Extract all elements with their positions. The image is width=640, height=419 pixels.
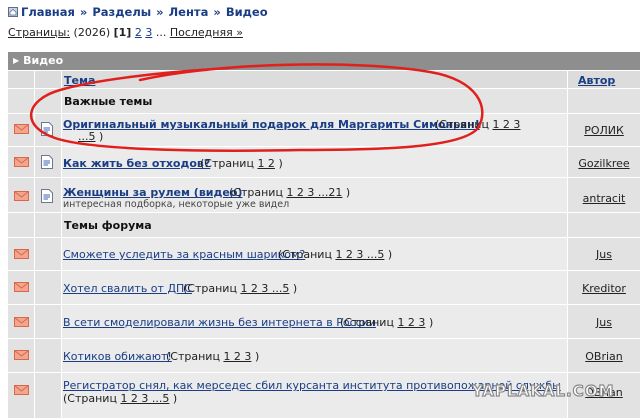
triangle-right-icon: ▶ (13, 56, 20, 65)
envelope-icon[interactable] (14, 350, 29, 360)
topic-row: Женщины за рулем (видео) (Страниц 1 2 3 … (8, 178, 640, 213)
section-title: Темы форума (64, 219, 152, 232)
topic-author[interactable]: РОЛИК (568, 124, 640, 137)
category-bar: ▶ Видео (8, 52, 640, 70)
topic-author[interactable]: Gozilkree (568, 157, 640, 170)
category-title: Видео (23, 54, 64, 67)
topic-row: Котиков обижают! (Страниц 1 2 3 ) OBrian (8, 339, 640, 373)
topic-title-link[interactable]: В сети смоделировали жизнь без интернета… (63, 316, 376, 329)
topic-page-links[interactable]: 1 2 (257, 157, 275, 170)
pagination-ellipsis: ... (155, 26, 167, 39)
topic-row: Сможете уследить за красным шариком? (Ст… (8, 238, 640, 271)
pagination-page-3[interactable]: 3 (145, 26, 152, 39)
pagination-current: [1] (113, 26, 132, 39)
breadcrumb-home-link[interactable]: Главная (21, 5, 75, 19)
topic-pages: (Страниц 1 2 ) (200, 157, 283, 170)
envelope-icon[interactable] (14, 317, 29, 327)
document-icon (41, 189, 53, 203)
topic-page-links[interactable]: 1 2 3 ...5 (120, 392, 169, 405)
topic-pages: (Страниц 1 2 3 ) (166, 350, 260, 363)
column-topic-header[interactable]: Тема (64, 74, 95, 87)
topic-pages: (Страниц 1 2 3 ...5 ) (278, 248, 393, 261)
section-title: Важные темы (64, 95, 153, 108)
breadcrumb-feed-link[interactable]: Лента (169, 5, 209, 19)
pagination-label[interactable]: Страницы: (8, 26, 70, 39)
topic-author[interactable]: OBrian (568, 350, 640, 363)
home-icon (8, 7, 18, 17)
topic-title-link[interactable]: Женщины за рулем (видео) (63, 186, 242, 199)
pagination: Страницы: (2026) [1] 2 3 ... Последняя » (8, 26, 243, 39)
breadcrumb-separator: » (156, 5, 164, 19)
topic-title-link[interactable]: Оригинальный музыкальный подарок для Мар… (63, 118, 480, 131)
topic-pages: (Страниц 1 2 3 ...5 ) (183, 282, 298, 295)
topic-pages: (Страниц 1 2 3 ...21 ) (229, 186, 351, 199)
envelope-icon[interactable] (14, 282, 29, 292)
document-icon (41, 155, 53, 169)
envelope-icon[interactable] (14, 191, 29, 201)
topic-description: интересная подборка, некоторые уже видел (63, 199, 290, 210)
topic-page-links[interactable]: 1 2 3 (397, 316, 425, 329)
topic-page-last-link[interactable]: ...5 (78, 130, 96, 143)
topic-page-links[interactable]: 1 2 3 ...5 (240, 282, 289, 295)
svg-text:YAPLAKAL.COM: YAPLAKAL.COM (471, 382, 614, 400)
pagination-last[interactable]: Последняя » (170, 26, 243, 39)
topic-title-link[interactable]: Хотел свалить от ДПС (63, 282, 192, 295)
topic-row: В сети смоделировали жизнь без интернета… (8, 305, 640, 339)
pagination-total: (2026) (73, 26, 111, 39)
column-author-header[interactable]: Автор (578, 74, 615, 87)
document-icon (41, 122, 53, 136)
topic-title-link[interactable]: Как жить без отходов? (63, 157, 210, 170)
topic-title-link[interactable]: Котиков обижают! (63, 350, 172, 363)
pagination-page-2[interactable]: 2 (135, 26, 142, 39)
topic-row: Оригинальный музыкальный подарок для Мар… (8, 114, 640, 147)
topic-author[interactable]: Kreditor (568, 282, 640, 295)
envelope-icon[interactable] (14, 157, 29, 167)
topic-author[interactable]: Jus (568, 316, 640, 329)
topic-page-links[interactable]: 1 2 3 ...21 (286, 186, 342, 199)
envelope-icon[interactable] (14, 385, 29, 395)
topic-pages: (Страниц 1 2 3 ) (340, 316, 434, 329)
section-forum: Темы форума (8, 213, 640, 238)
topic-page-links[interactable]: 1 2 3 ...5 (335, 248, 384, 261)
table-header: Тема Автор (8, 71, 640, 89)
topic-title-link[interactable]: Сможете уследить за красным шариком? (63, 248, 305, 261)
topic-author[interactable]: antracit (568, 192, 640, 205)
envelope-icon[interactable] (14, 249, 29, 259)
topic-pages: (Страниц 1 2 3 (435, 118, 521, 131)
topic-row: Хотел свалить от ДПС (Страниц 1 2 3 ...5… (8, 271, 640, 305)
section-important: Важные темы (8, 89, 640, 114)
breadcrumb: Главная » Разделы » Лента » Видео (8, 5, 268, 19)
topic-page-links[interactable]: 1 2 3 (223, 350, 251, 363)
breadcrumb-separator: » (213, 5, 221, 19)
breadcrumb-separator: » (79, 5, 88, 19)
topic-pages-continued: ...5 ) (78, 130, 104, 143)
yaplakal-watermark-logo: YAPLAKAL.COM (470, 381, 614, 400)
topic-row: Как жить без отходов? (Страниц 1 2 ) Goz… (8, 147, 640, 178)
breadcrumb-sections-link[interactable]: Разделы (92, 5, 151, 19)
topic-pages: (Страниц 1 2 3 ...5 ) (63, 392, 178, 405)
breadcrumb-video-link[interactable]: Видео (226, 5, 268, 19)
envelope-icon[interactable] (14, 124, 29, 134)
topic-author[interactable]: Jus (568, 248, 640, 261)
topic-page-links[interactable]: 1 2 3 (492, 118, 520, 131)
